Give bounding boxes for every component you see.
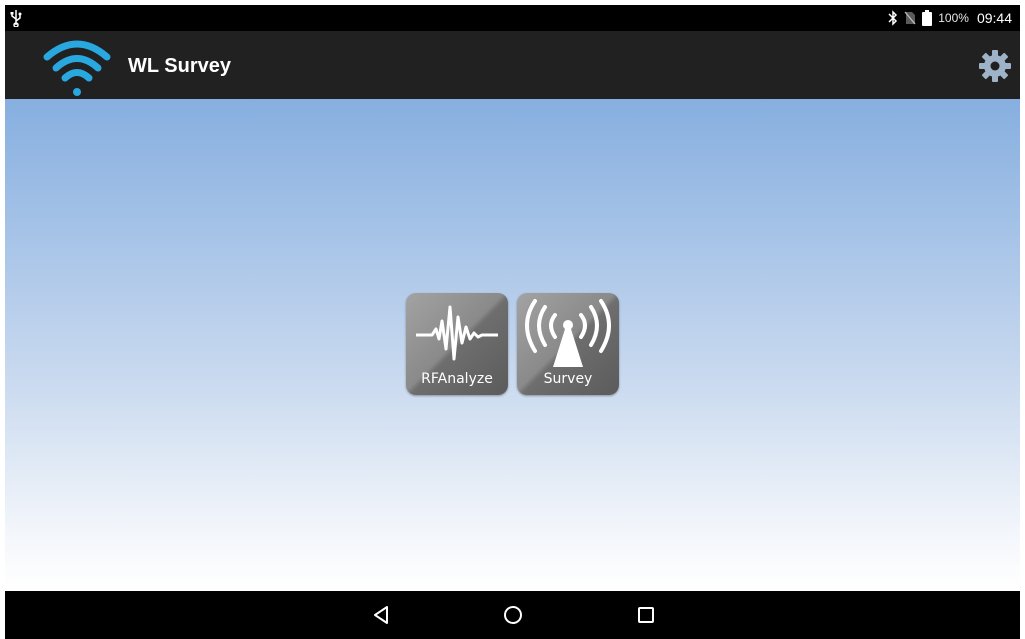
no-sim-icon [904,11,916,25]
gear-icon[interactable] [978,49,1012,83]
antenna-icon [525,299,611,367]
rfanalyze-label: RFAnalyze [421,371,493,387]
recents-square-icon[interactable] [634,603,658,627]
action-bar: WL Survey [5,31,1020,99]
survey-label: Survey [543,371,593,387]
rfanalyze-button[interactable]: RFAnalyze [406,293,508,395]
main-content: RFAnalyze Survey [5,99,1020,591]
wifi-logo-icon [43,40,111,96]
battery-icon [922,10,933,26]
back-triangle-icon[interactable] [369,603,393,627]
app-tiles: RFAnalyze Survey [406,293,619,395]
waveform-icon [416,305,498,361]
status-bar: 100% 09:44 [5,5,1020,31]
app-title: WL Survey [128,55,231,77]
navigation-bar [5,591,1020,639]
status-icons: 100% 09:44 [888,5,1012,31]
battery-percentage: 100% [938,11,969,25]
bluetooth-icon [888,10,898,26]
home-circle-icon[interactable] [501,603,525,627]
usb-icon [10,10,22,27]
status-clock: 09:44 [976,10,1012,26]
device-screen: 100% 09:44 WL Survey RFAnalyze Survey [5,5,1020,639]
survey-button[interactable]: Survey [517,293,619,395]
